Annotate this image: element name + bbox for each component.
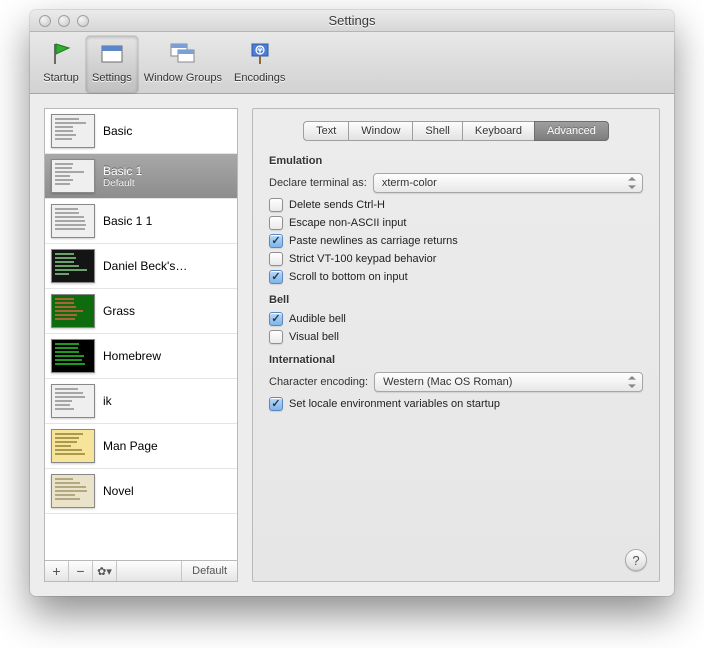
toolbar: Startup Settings Window Groups Encodings [30, 32, 674, 94]
profile-row[interactable]: Basic [45, 109, 237, 154]
set-default-button[interactable]: Default [181, 561, 237, 581]
profile-thumbnail [51, 204, 95, 238]
profile-name: Homebrew [103, 349, 161, 363]
profile-name: Daniel Beck's… [103, 259, 187, 273]
profile-footer: + − ✿▾ Default [44, 560, 238, 582]
checkbox-label: Audible bell [289, 313, 346, 325]
checkbox[interactable] [269, 312, 283, 326]
checkbox-label: Scroll to bottom on input [289, 271, 408, 283]
bell-heading: Bell [269, 294, 643, 306]
tab-advanced[interactable]: Advanced [534, 121, 609, 141]
profile-row[interactable]: Basic 1Default [45, 154, 237, 199]
checkbox-label: Paste newlines as carriage returns [289, 235, 458, 247]
help-button[interactable]: ? [625, 549, 647, 571]
character-encoding-select[interactable]: Western (Mac OS Roman) [374, 372, 643, 392]
window-title: Settings [30, 13, 674, 28]
checkbox[interactable] [269, 252, 283, 266]
tab-text[interactable]: Text [303, 121, 348, 141]
profile-name: ik [103, 394, 112, 408]
toolbar-settings[interactable]: Settings [86, 36, 138, 93]
profile-row[interactable]: ik [45, 379, 237, 424]
profile-row[interactable]: Man Page [45, 424, 237, 469]
settings-panel: TextWindowShellKeyboardAdvanced Emulatio… [252, 108, 660, 582]
character-encoding-label: Character encoding: [269, 376, 368, 388]
globe-icon [244, 38, 276, 70]
profile-thumbnail [51, 429, 95, 463]
toolbar-startup[interactable]: Startup [36, 36, 86, 93]
checkbox[interactable] [269, 330, 283, 344]
profile-thumbnail [51, 339, 95, 373]
profile-thumbnail [51, 384, 95, 418]
tab-shell[interactable]: Shell [412, 121, 461, 141]
profile-row[interactable]: Daniel Beck's… [45, 244, 237, 289]
profile-actions-menu[interactable]: ✿▾ [93, 561, 117, 581]
checkbox-label: Delete sends Ctrl-H [289, 199, 385, 211]
profile-thumbnail [51, 159, 95, 193]
profile-subtitle: Default [103, 178, 142, 189]
tab-keyboard[interactable]: Keyboard [462, 121, 534, 141]
titlebar: Settings [30, 10, 674, 32]
profile-row[interactable]: Grass [45, 289, 237, 334]
profile-name: Basic 1 1 [103, 214, 152, 228]
profile-row[interactable]: Homebrew [45, 334, 237, 379]
checkbox-label: Escape non-ASCII input [289, 217, 406, 229]
checkbox[interactable] [269, 234, 283, 248]
profile-name: Man Page [103, 439, 158, 453]
checkbox[interactable] [269, 198, 283, 212]
profile-row[interactable]: Basic 1 1 [45, 199, 237, 244]
profile-thumbnail [51, 294, 95, 328]
settings-window: Settings Startup Settings Window Groups … [30, 10, 674, 596]
checkbox[interactable] [269, 216, 283, 230]
toolbar-window-groups[interactable]: Window Groups [138, 36, 228, 93]
profile-name: Basic 1 [103, 164, 142, 178]
profile-name: Novel [103, 484, 134, 498]
profile-name: Basic [103, 124, 132, 138]
declare-terminal-select[interactable]: xterm-color [373, 173, 643, 193]
declare-terminal-label: Declare terminal as: [269, 177, 367, 189]
profile-thumbnail [51, 114, 95, 148]
add-profile-button[interactable]: + [45, 561, 69, 581]
flag-icon [45, 38, 77, 70]
window-icon [96, 38, 128, 70]
profile-sidebar: BasicBasic 1DefaultBasic 1 1Daniel Beck'… [44, 108, 238, 582]
international-heading: International [269, 354, 643, 366]
windows-stack-icon [167, 38, 199, 70]
toolbar-encodings[interactable]: Encodings [228, 36, 291, 93]
set-locale-label: Set locale environment variables on star… [289, 398, 500, 410]
profile-thumbnail [51, 474, 95, 508]
checkbox[interactable] [269, 270, 283, 284]
tab-bar: TextWindowShellKeyboardAdvanced [269, 121, 643, 141]
checkbox-label: Visual bell [289, 331, 339, 343]
profile-thumbnail [51, 249, 95, 283]
remove-profile-button[interactable]: − [69, 561, 93, 581]
profile-row[interactable]: Novel [45, 469, 237, 514]
checkbox-label: Strict VT-100 keypad behavior [289, 253, 436, 265]
set-locale-checkbox[interactable] [269, 397, 283, 411]
tab-window[interactable]: Window [348, 121, 412, 141]
profile-name: Grass [103, 304, 135, 318]
emulation-heading: Emulation [269, 155, 643, 167]
